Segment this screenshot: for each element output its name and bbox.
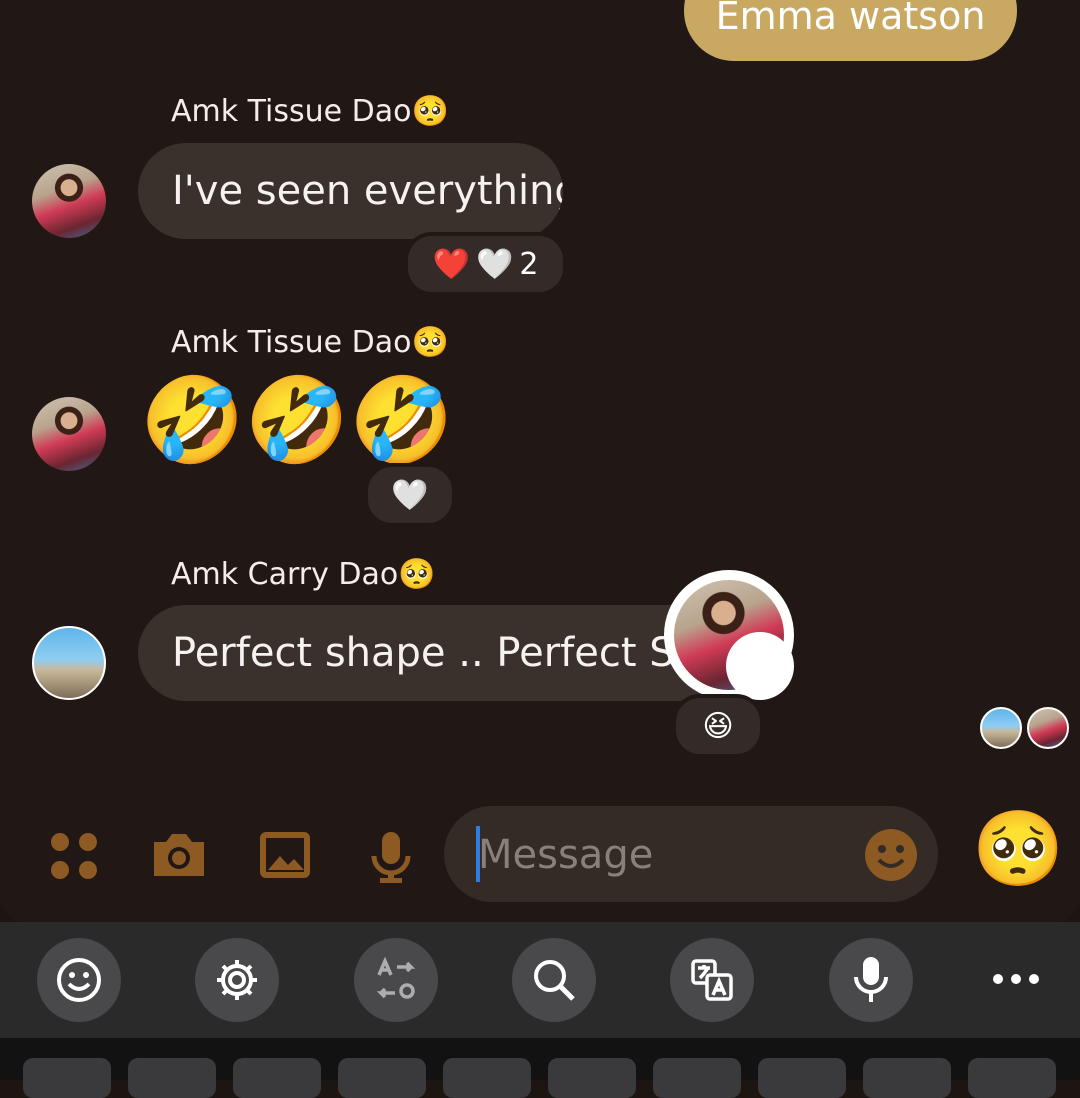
settings-icon[interactable] <box>195 938 279 1022</box>
rofl-emoji-icon: 🤣 <box>140 371 245 469</box>
keyboard-key[interactable] <box>653 1058 741 1098</box>
sender-name-text: Amk Carry Dao <box>171 557 399 592</box>
keyboard-key[interactable] <box>548 1058 636 1098</box>
message-input[interactable]: Message <box>444 806 938 902</box>
message-text: I've seen everything <box>172 168 563 214</box>
sender-name: Amk Tissue Dao🥺 <box>171 94 449 129</box>
outgoing-message-text: Emma watson <box>715 0 986 38</box>
message-composer: Message <box>0 806 1080 902</box>
keyboard-keys-row <box>0 1038 1080 1098</box>
reactor-avatar[interactable]: 😆 <box>664 570 794 700</box>
sender-name-text: Amk Tissue Dao <box>171 94 412 129</box>
keyboard-key[interactable] <box>23 1058 111 1098</box>
keyboard-key[interactable] <box>863 1058 951 1098</box>
chat-area: Emma watson Amk Tissue Dao🥺 I've seen ev… <box>0 0 1080 922</box>
avatar[interactable] <box>32 164 106 238</box>
keyboard-emoji-icon[interactable] <box>37 938 121 1022</box>
keyboard-key[interactable] <box>443 1058 531 1098</box>
gallery-icon[interactable] <box>258 830 312 884</box>
pleading-face-icon: 🥺 <box>972 806 1065 892</box>
sender-emoji: 🥺 <box>411 94 449 129</box>
search-icon[interactable] <box>512 938 596 1022</box>
sender-name: Amk Carry Dao🥺 <box>171 557 436 592</box>
camera-icon[interactable] <box>150 830 208 884</box>
reactor-reaction-badge: 😆 <box>726 632 794 700</box>
incoming-message-bubble[interactable]: Perfect shape .. Perfect Size <box>138 605 738 701</box>
incoming-message-bubble[interactable]: I've seen everything <box>138 143 563 239</box>
reaction-pill[interactable]: 🤍 <box>364 463 456 527</box>
heart-reaction-icon: ❤️ <box>432 246 470 282</box>
sender-emoji: 🥺 <box>398 557 436 592</box>
translate-icon[interactable] <box>670 938 754 1022</box>
message-placeholder: Message <box>478 832 654 878</box>
keyboard-key[interactable] <box>758 1058 846 1098</box>
reaction-pill[interactable]: ❤️ 🤍 2 <box>404 232 567 296</box>
more-icon[interactable] <box>986 964 1046 994</box>
rofl-emoji-icon: 🤣 <box>349 371 454 469</box>
outgoing-message-bubble[interactable]: Emma watson <box>684 0 1017 61</box>
sender-name: Amk Tissue Dao🥺 <box>171 325 449 360</box>
seen-avatar <box>980 707 1022 749</box>
laughing-emoji-icon: 😆 <box>737 640 783 692</box>
sender-emoji: 🥺 <box>411 325 449 360</box>
keyboard-toolbar <box>0 922 1080 1038</box>
reaction-pill[interactable]: 😆 <box>672 694 764 758</box>
avatar[interactable] <box>32 397 106 471</box>
white-heart-reaction-icon: 🤍 <box>391 477 429 513</box>
keyboard-key[interactable] <box>128 1058 216 1098</box>
emoji-picker-icon[interactable] <box>864 828 918 886</box>
avatar[interactable] <box>32 626 106 700</box>
keyboard-key[interactable] <box>233 1058 321 1098</box>
apps-icon[interactable] <box>48 830 100 886</box>
laughing-reaction-icon: 😆 <box>702 708 734 744</box>
seen-avatar <box>1027 707 1069 749</box>
voice-input-icon[interactable] <box>829 938 913 1022</box>
mic-icon[interactable] <box>370 830 412 888</box>
keyboard-key[interactable] <box>968 1058 1056 1098</box>
quick-reaction-button[interactable]: 🥺 <box>972 812 1064 886</box>
sender-name-text: Amk Tissue Dao <box>171 325 412 360</box>
emoji-message[interactable]: 🤣🤣🤣 <box>140 378 454 462</box>
rofl-emoji-icon: 🤣 <box>244 371 350 469</box>
keyboard-key[interactable] <box>338 1058 426 1098</box>
reaction-count: 2 <box>519 246 539 282</box>
message-text: Perfect shape .. Perfect Size <box>172 630 732 676</box>
text-swap-icon[interactable] <box>354 938 438 1022</box>
white-heart-reaction-icon: 🤍 <box>475 246 514 282</box>
